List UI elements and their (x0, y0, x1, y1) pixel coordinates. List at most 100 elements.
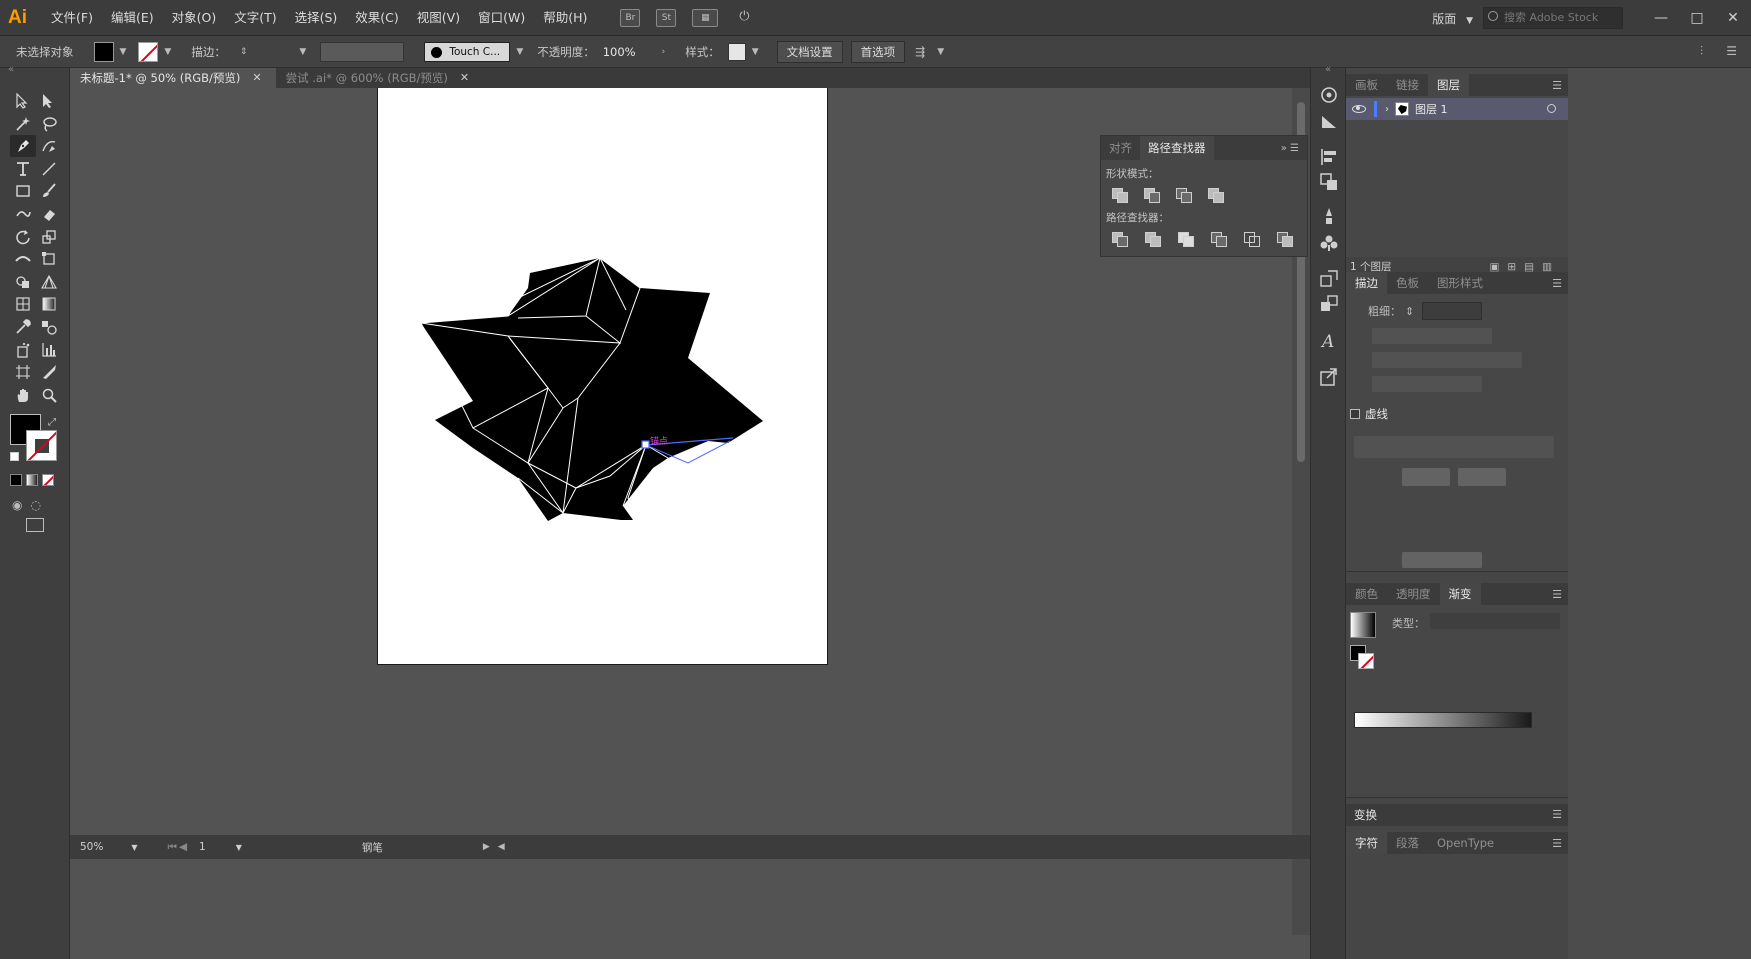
chevron-down-icon[interactable]: ▼ (120, 47, 127, 57)
chevron-right-icon[interactable]: › (1385, 104, 1389, 115)
stepper-icon[interactable]: ⇕ (240, 47, 248, 57)
symbols-icon[interactable] (1318, 232, 1340, 254)
minimize-button[interactable]: — (1643, 0, 1679, 36)
artboard-tool-icon[interactable] (10, 361, 36, 383)
panel-menu-icon[interactable]: » ☰ (1281, 143, 1307, 154)
brushes-icon[interactable] (1318, 206, 1340, 228)
artboard[interactable]: 锚点 (377, 88, 828, 665)
color-guide-icon[interactable] (1318, 84, 1340, 106)
slice-tool-icon[interactable] (36, 361, 62, 383)
layer-name[interactable]: 图层 1 (1415, 101, 1448, 117)
chevron-down-icon[interactable]: ▼ (131, 843, 137, 852)
variable-width-profile[interactable] (320, 41, 405, 62)
gradient-tool-icon[interactable] (36, 293, 62, 315)
gradient-mode-icon[interactable] (26, 474, 38, 486)
menu-help[interactable]: 帮助(H) (534, 0, 596, 36)
curvature-tool-icon[interactable] (36, 135, 62, 157)
layer-target-icon[interactable] (1547, 104, 1556, 113)
panel-menu-icon[interactable]: ☰ (1726, 44, 1737, 58)
crop-icon[interactable] (1210, 231, 1230, 248)
selection-tool-icon[interactable] (10, 90, 36, 112)
artboard-navigator[interactable]: ⏮◀ 1 ▼ (158, 841, 252, 854)
zoom-tool-icon[interactable] (36, 384, 62, 406)
panel-menu-icon[interactable]: ☰ (1552, 79, 1568, 92)
arrowhead-start[interactable] (1402, 468, 1450, 486)
panel-menu-icon[interactable]: ☰ (1552, 588, 1568, 601)
symbol-sprayer-tool-icon[interactable] (10, 339, 36, 361)
tab-align[interactable]: 对齐 (1101, 136, 1140, 160)
tab-artboards[interactable]: 画板 (1346, 74, 1387, 96)
free-transform-tool-icon[interactable] (36, 248, 62, 270)
export-icon[interactable] (1318, 366, 1340, 388)
fill-swatch[interactable] (93, 41, 114, 62)
blend-tool-icon[interactable] (36, 316, 62, 338)
scale-tool-icon[interactable] (36, 226, 62, 248)
chevron-down-icon[interactable]: ▼ (236, 843, 242, 852)
chevron-down-icon[interactable]: ▼ (752, 47, 759, 57)
color-theme-icon[interactable] (1318, 110, 1340, 132)
chevron-right-icon[interactable]: › (662, 47, 666, 57)
tab-untitled-1[interactable]: 未标题-1* @ 50% (RGB/预览) ✕ (70, 68, 276, 88)
preferences-button[interactable]: 首选项 (850, 40, 906, 63)
chevron-down-icon[interactable]: ▼ (299, 47, 306, 57)
gpu-performance-icon[interactable]: ⏻ (734, 9, 754, 27)
dashed-line-row[interactable]: 虚线 (1350, 406, 1388, 422)
stepper-icon[interactable]: ⇕ (1405, 305, 1414, 318)
merge-icon[interactable] (1177, 231, 1197, 248)
close-icon[interactable]: ✕ (252, 68, 261, 88)
lasso-tool-icon[interactable] (36, 113, 62, 135)
stroke-weight-input[interactable] (1422, 302, 1483, 320)
tab-opentype[interactable]: OpenType (1428, 832, 1503, 854)
graphic-styles-icon[interactable] (1318, 268, 1340, 290)
outline-icon[interactable] (1243, 231, 1263, 248)
paintbrush-tool-icon[interactable] (36, 180, 62, 202)
pen-tool-icon[interactable] (10, 135, 36, 158)
tab-pathfinder[interactable]: 路径查找器 (1140, 136, 1214, 160)
type-tool-icon[interactable] (10, 158, 36, 180)
zoom-field[interactable]: 50% ▼ (70, 841, 148, 853)
anchor-point[interactable] (641, 440, 650, 449)
transform-panel-header[interactable]: 变换 ☰ (1346, 804, 1568, 826)
corner-options[interactable] (1372, 352, 1522, 368)
workspace-switcher[interactable]: 版面 ▼ (1422, 10, 1483, 27)
width-tool-icon[interactable] (10, 248, 36, 270)
opacity-value[interactable]: 100% (603, 45, 636, 59)
column-graph-tool-icon[interactable] (36, 339, 62, 361)
dashed-checkbox[interactable] (1350, 409, 1360, 419)
dash-gap-fields[interactable] (1354, 436, 1554, 458)
draw-mode-icon[interactable]: ◉◌ (12, 498, 49, 512)
stock-search-input[interactable]: 搜索 Adobe Stock (1483, 7, 1623, 29)
close-window-button[interactable]: ✕ (1715, 0, 1751, 36)
tab-gradient[interactable]: 渐变 (1439, 583, 1481, 605)
artwork-shape[interactable] (421, 258, 763, 521)
scroll-left-icon[interactable]: ◀ (498, 842, 505, 852)
default-colors-icon[interactable] (10, 452, 19, 461)
tab-stroke[interactable]: 描边 (1346, 272, 1387, 294)
cap-options[interactable] (1372, 328, 1492, 344)
panel-menu-icon[interactable]: ☰ (1552, 837, 1568, 850)
profile-select[interactable] (1402, 552, 1482, 568)
panel-options-icon[interactable]: ⫶ (1700, 44, 1703, 59)
arrowhead-end[interactable] (1458, 468, 1506, 486)
style-swatch[interactable] (727, 42, 746, 61)
stroke-weight-field[interactable] (253, 41, 294, 62)
tab-graphic-styles[interactable]: 图形样式 (1428, 272, 1492, 294)
menu-select[interactable]: 选择(S) (286, 0, 347, 36)
menu-view[interactable]: 视图(V) (408, 0, 469, 36)
magic-wand-tool-icon[interactable] (10, 113, 36, 135)
lowpoly-artwork[interactable]: 锚点 (378, 88, 829, 665)
tab-links[interactable]: 链接 (1387, 74, 1428, 96)
arrange-documents-icon[interactable]: ▦ (692, 8, 719, 27)
menu-type[interactable]: 文字(T) (225, 0, 285, 36)
h-scroll-controls[interactable]: ▶ ◀ (473, 842, 515, 852)
nav-first-icon[interactable]: ⏮◀ (168, 841, 190, 854)
menu-effect[interactable]: 效果(C) (346, 0, 407, 36)
rotate-tool-icon[interactable] (10, 226, 36, 248)
gradient-slider[interactable] (1354, 712, 1532, 728)
stroke-color-box[interactable] (26, 430, 57, 461)
menu-object[interactable]: 对象(O) (163, 0, 226, 36)
gradient-stroke-icon[interactable] (1358, 653, 1374, 669)
tab-layers[interactable]: 图层 (1428, 74, 1469, 96)
brush-definition[interactable]: Touch C... (424, 41, 511, 62)
collapse-icon[interactable]: « (8, 64, 14, 75)
